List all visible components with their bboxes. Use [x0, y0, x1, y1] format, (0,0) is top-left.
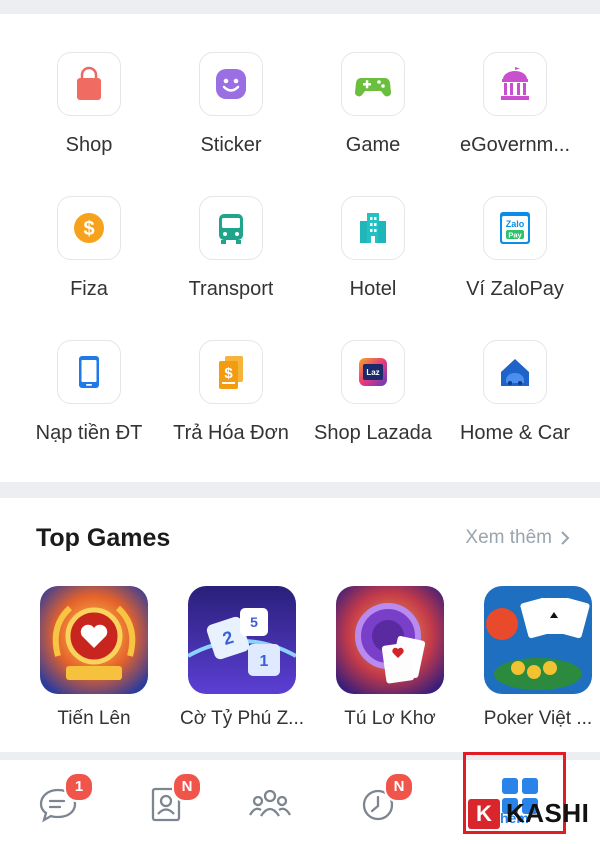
utility-sticker[interactable]: Sticker [160, 42, 302, 186]
utility-tile [199, 52, 263, 116]
game-name: Tú Lơ Khơ [344, 708, 436, 729]
utility-grid: Shop Sticker Game eGovernm... $ Fiza Tra… [18, 42, 588, 474]
utility-fiza[interactable]: $ Fiza [18, 186, 160, 330]
utility-label: eGovernm... [459, 134, 571, 156]
lazada-icon: Laz [359, 358, 387, 386]
game-item[interactable]: Tú Lơ Khơ [316, 586, 464, 730]
zalopay-logo-text: Pay [508, 231, 522, 240]
bus-icon [219, 214, 243, 244]
utility-shop[interactable]: Shop [18, 42, 160, 186]
game-name: Cờ Tỷ Phú Z... [179, 708, 305, 729]
utility-lazada[interactable]: Laz Shop Lazada [302, 330, 444, 474]
svg-text:$: $ [83, 218, 94, 240]
dice-face: 5 [250, 614, 258, 630]
utility-label: Hotel [349, 278, 397, 300]
svg-text:$: $ [224, 365, 233, 382]
game-item[interactable]: 2 5 1 Cờ Tỷ Phú Z... [168, 586, 316, 730]
utility-tile [483, 340, 547, 404]
zalopay-logo-text: Zalo [506, 219, 525, 229]
utility-label: Sticker [200, 134, 262, 156]
utility-tile: Laz [341, 340, 405, 404]
utility-tile [341, 52, 405, 116]
messages-badge: 1 [64, 772, 94, 802]
utility-row-1: Shop Sticker Game eGovernm... [18, 42, 588, 186]
tab-contacts[interactable]: N [136, 772, 202, 834]
tu-lo-kho-game-icon [336, 586, 444, 694]
utility-pay-bill[interactable]: $ Trả Hóa Đơn [160, 330, 302, 474]
utility-label: Nạp tiền ĐT [35, 422, 143, 444]
dice-face: 1 [260, 653, 269, 670]
lazada-logo-text: Laz [366, 368, 379, 377]
utility-tile [57, 52, 121, 116]
utility-hotel[interactable]: Hotel [302, 186, 444, 330]
utility-label: Fiza [70, 278, 108, 300]
utility-label: Shop [65, 134, 113, 156]
contacts-badge: N [172, 772, 202, 802]
game-co-ty-phu-thumbnail: 2 5 1 [188, 586, 296, 694]
utility-transport[interactable]: Transport [160, 186, 302, 330]
zalopay-wallet-icon: Zalo Pay [500, 212, 530, 244]
utility-tile [483, 52, 547, 116]
tab-messages[interactable]: 1 [28, 772, 94, 834]
game-poker-viet-thumbnail [484, 586, 592, 694]
hotel-building-icon [360, 213, 386, 243]
utility-tile: Zalo Pay [483, 196, 547, 260]
utility-label: Trả Hóa Đơn [173, 422, 289, 444]
utility-label: Transport [188, 278, 274, 300]
phone-topup-icon [79, 356, 99, 388]
see-more-link[interactable]: Xem thêm [465, 527, 570, 549]
utility-label: Home & Car [459, 422, 571, 444]
poker-game-icon [484, 586, 592, 694]
utility-phone-topup[interactable]: Nạp tiền ĐT [18, 330, 160, 474]
game-item[interactable]: Tiến Lên [20, 586, 168, 730]
utility-tile: $ [199, 340, 263, 404]
utility-tile [57, 340, 121, 404]
see-more-label: Xem thêm [465, 527, 552, 548]
tab-timeline[interactable]: N [348, 772, 414, 834]
game-name: Tiến Lên [57, 708, 131, 729]
watermark-text: KASHI [506, 798, 590, 828]
utility-tile [341, 196, 405, 260]
utility-row-2: $ Fiza Transport Hotel Zalo Pay Ví ZaloP… [18, 186, 588, 330]
tab-groups[interactable] [240, 774, 300, 834]
tien-len-game-icon [40, 586, 148, 694]
bill-receipt-icon: $ [219, 356, 243, 389]
utility-label: Shop Lazada [314, 422, 432, 444]
dollar-coin-icon: $ [74, 213, 104, 243]
game-item[interactable]: Poker Việt ... [464, 586, 600, 730]
government-building-icon [501, 67, 529, 100]
section-separator [0, 482, 600, 498]
group-people-icon [248, 789, 292, 817]
utility-label: Ví ZaloPay [466, 278, 564, 300]
shopping-bag-icon [77, 66, 101, 100]
game-name: Poker Việt ... [483, 708, 593, 729]
utility-zalopay[interactable]: Zalo Pay Ví ZaloPay [444, 186, 586, 330]
watermark-logo: K [468, 798, 500, 829]
utility-tile [199, 196, 263, 260]
timeline-badge: N [384, 772, 414, 802]
gamepad-icon [354, 78, 392, 97]
game-tu-lo-kho-thumbnail [336, 586, 444, 694]
watermark: K KASHI [468, 798, 589, 829]
top-separator [0, 0, 600, 14]
utility-label: Game [345, 134, 401, 156]
game-tien-len-thumbnail [40, 586, 148, 694]
utility-egovernment[interactable]: eGovernm... [444, 42, 586, 186]
top-games-list: Tiến Lên 2 5 1 Cờ Tỷ Phú Z... Tú Lơ Khơ … [20, 586, 600, 730]
utility-game[interactable]: Game [302, 42, 444, 186]
top-games-title: Top Games [36, 524, 171, 552]
dice-game-icon: 2 5 1 [188, 586, 296, 694]
utility-row-3: Nạp tiền ĐT $ Trả Hóa Đơn Laz Shop Lazad… [18, 330, 588, 474]
chevron-right-icon [561, 531, 570, 545]
utility-home-car[interactable]: Home & Car [444, 330, 586, 474]
home-car-icon [501, 359, 529, 386]
utility-tile: $ [57, 196, 121, 260]
smiley-sticker-icon [216, 69, 246, 99]
